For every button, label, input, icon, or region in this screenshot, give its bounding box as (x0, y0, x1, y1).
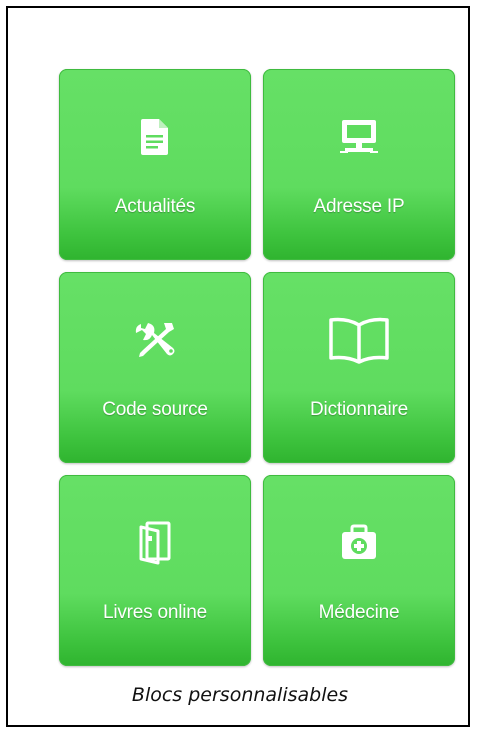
book-icon (59, 517, 251, 569)
open-book-icon (263, 314, 455, 366)
tile-code-source[interactable]: Code source (59, 272, 251, 463)
tile-label: Adresse IP (313, 196, 405, 217)
figure-caption: Blocs personnalisables (131, 684, 349, 706)
tile-medecine[interactable]: Médecine (263, 475, 455, 666)
tile-actualites[interactable]: Actualités (59, 69, 251, 260)
document-icon (59, 111, 251, 163)
tile-label: Actualités (114, 196, 196, 217)
tile-dictionnaire[interactable]: Dictionnaire (263, 272, 455, 463)
tile-adresse-ip[interactable]: Adresse IP (263, 69, 455, 260)
tile-label: Livres online (102, 602, 208, 623)
figure-frame: Actualités Adresse IP Code source Dictio… (6, 6, 470, 727)
tile-label: Code source (102, 399, 208, 420)
tile-grid: Actualités Adresse IP Code source Dictio… (59, 69, 455, 666)
medical-kit-icon (263, 517, 455, 569)
tools-icon (59, 314, 251, 366)
tile-label: Dictionnaire (310, 399, 408, 420)
tile-livres-online[interactable]: Livres online (59, 475, 251, 666)
tile-label: Médecine (318, 602, 400, 623)
computer-icon (263, 111, 455, 163)
